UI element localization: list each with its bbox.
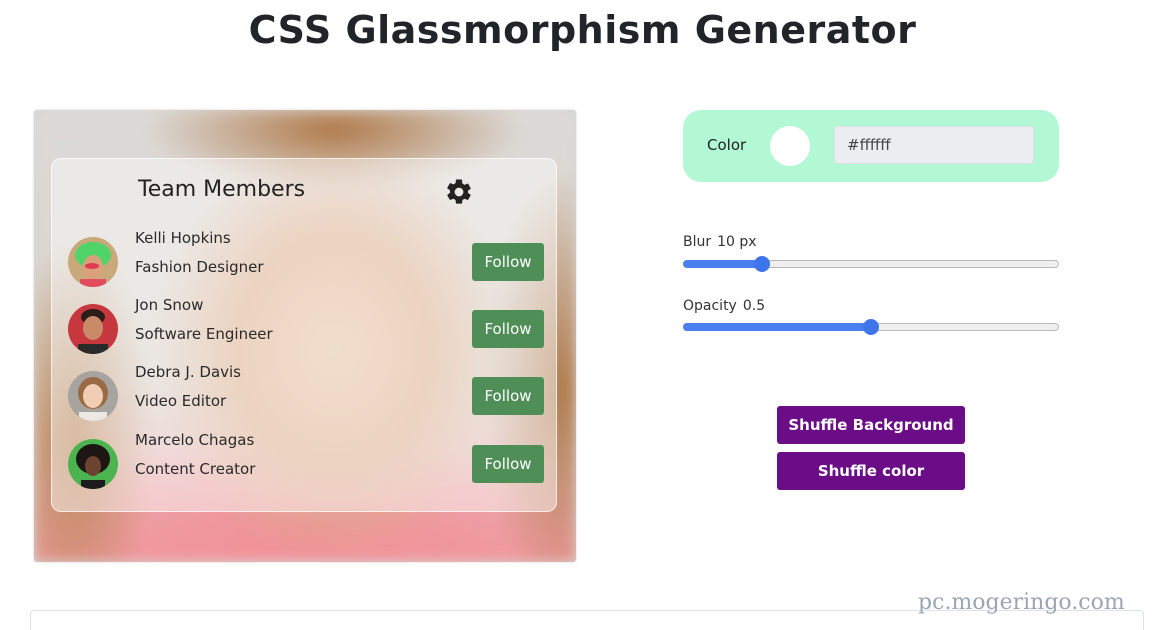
opacity-slider[interactable] xyxy=(683,319,1059,335)
page: CSS Glassmorphism Generator Team Members xyxy=(0,0,1165,630)
color-panel: Color xyxy=(683,110,1059,182)
follow-button[interactable]: Follow xyxy=(472,310,544,348)
member-name: Marcelo Chagas xyxy=(135,431,255,449)
member-role: Video Editor xyxy=(135,392,227,410)
member-name: Kelli Hopkins xyxy=(135,229,231,247)
card-title: Team Members xyxy=(138,177,306,202)
member-name: Debra J. Davis xyxy=(135,363,241,381)
avatar xyxy=(68,371,118,421)
member-role: Fashion Designer xyxy=(135,258,264,276)
page-title: CSS Glassmorphism Generator xyxy=(248,8,917,52)
blur-slider[interactable] xyxy=(683,256,1059,272)
color-swatch[interactable] xyxy=(770,126,810,166)
blur-label: Blur 10 px xyxy=(683,234,757,250)
member-row: Kelli Hopkins Fashion Designer Follow xyxy=(68,229,544,287)
member-name: Jon Snow xyxy=(135,296,204,314)
avatar xyxy=(68,439,118,489)
glass-preview: Team Members Kelli Hopkins Fashion Desig… xyxy=(34,110,576,562)
member-row: Debra J. Davis Video Editor Follow xyxy=(68,363,544,421)
glass-card: Team Members Kelli Hopkins Fashion Desig… xyxy=(51,158,557,512)
follow-button[interactable]: Follow xyxy=(472,377,544,415)
color-label: Color xyxy=(707,136,747,154)
gear-icon[interactable] xyxy=(444,177,474,207)
slider-thumb[interactable] xyxy=(753,256,770,272)
slider-fill xyxy=(683,260,762,268)
slider-thumb[interactable] xyxy=(863,319,879,335)
opacity-label-text: Opacity xyxy=(683,298,737,314)
opacity-value: 0.5 xyxy=(742,298,766,314)
blur-value: 10 px xyxy=(717,234,757,250)
avatar xyxy=(68,237,118,287)
slider-fill xyxy=(683,323,871,331)
color-hex-input[interactable] xyxy=(834,126,1034,164)
opacity-label: Opacity 0.5 xyxy=(683,298,765,314)
watermark: pc.mogeringo.com xyxy=(918,590,1125,615)
follow-button[interactable]: Follow xyxy=(472,243,544,281)
avatar xyxy=(68,304,118,354)
member-role: Content Creator xyxy=(135,460,256,478)
follow-button[interactable]: Follow xyxy=(472,445,544,483)
member-role: Software Engineer xyxy=(135,325,273,343)
blur-label-text: Blur xyxy=(683,234,712,250)
member-row: Marcelo Chagas Content Creator Follow xyxy=(68,431,544,489)
shuffle-color-button[interactable]: Shuffle color xyxy=(777,452,965,490)
member-row: Jon Snow Software Engineer Follow xyxy=(68,296,544,354)
shuffle-background-button[interactable]: Shuffle Background xyxy=(777,406,965,444)
